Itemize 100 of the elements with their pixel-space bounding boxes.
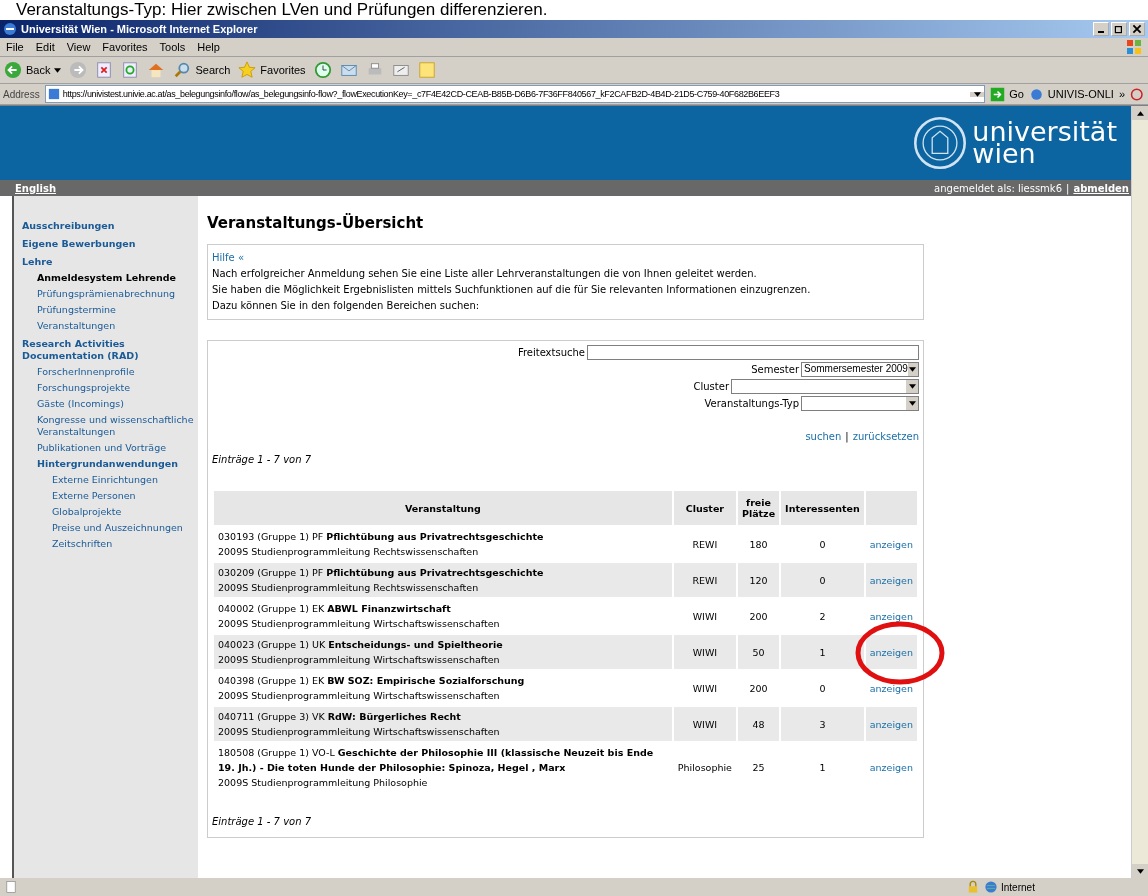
- filter-label: Semester: [751, 364, 799, 375]
- scrollbar[interactable]: [1131, 106, 1148, 878]
- sidebar-item[interactable]: Globalprojekte: [52, 506, 122, 518]
- restore-button[interactable]: [1111, 22, 1127, 36]
- logo-text: wien: [972, 143, 1036, 165]
- page-icon: [4, 880, 18, 894]
- caret-icon: [1136, 868, 1144, 874]
- sidebar-item[interactable]: Preise und Auszeichnungen: [52, 522, 183, 534]
- show-link[interactable]: anzeigen: [869, 682, 913, 694]
- university-seal-icon: [914, 117, 967, 169]
- sidebar-item[interactable]: Forschungsprojekte: [37, 382, 131, 394]
- sidebar-item[interactable]: Veranstaltungen: [37, 320, 116, 332]
- sidebar-item[interactable]: Eigene Bewerbungen: [22, 238, 136, 250]
- sidebar-item[interactable]: Lehre: [22, 256, 53, 268]
- stop-icon[interactable]: [95, 61, 114, 79]
- column-header: Cluster: [673, 491, 736, 525]
- menu-item[interactable]: View: [60, 41, 97, 53]
- history-icon[interactable]: [313, 61, 332, 79]
- table-cell: 120: [737, 563, 780, 597]
- favorites-button[interactable]: Favorites: [238, 61, 306, 79]
- windows-flag-icon: [1126, 39, 1142, 55]
- separator: |: [1066, 182, 1070, 194]
- sidebar-item[interactable]: Hintergrundanwendungen: [37, 458, 178, 470]
- sidebar-item[interactable]: Prüfungstermine: [37, 304, 116, 316]
- table-cell-text: 0: [818, 681, 827, 696]
- table-cell-text: 200: [748, 681, 769, 696]
- home-icon[interactable]: [147, 61, 166, 79]
- star-icon: [238, 61, 257, 79]
- show-link[interactable]: anzeigen: [869, 610, 913, 622]
- sidebar-item[interactable]: Kongresse und wissenschaftliche Veranstaltungen: [37, 414, 198, 438]
- table-cell: 1: [781, 635, 864, 669]
- show-link[interactable]: anzeigen: [869, 762, 913, 773]
- table-cell: WIWI: [673, 707, 736, 741]
- menu-item[interactable]: Tools: [153, 41, 192, 53]
- search-field[interactable]: [587, 345, 919, 360]
- sidebar-item[interactable]: Externe Personen: [52, 490, 136, 502]
- sidebar-item[interactable]: Prüfungsprämienabrechnung: [37, 288, 176, 300]
- pdf-icon[interactable]: [1130, 86, 1145, 102]
- globe-icon: [984, 880, 998, 894]
- minimize-button[interactable]: [1093, 22, 1109, 36]
- table-cell-text: 180: [748, 537, 769, 552]
- caret-icon: [54, 67, 62, 73]
- filter-label: Cluster: [693, 381, 729, 392]
- back-button[interactable]: Back: [4, 61, 62, 79]
- menu-item[interactable]: File: [0, 41, 30, 53]
- logged-in-text: angemeldet als: liessmk6: [934, 182, 1062, 194]
- address-field[interactable]: https://univistest.univie.ac.at/as_belegungsinfo/flow/as_belegungsinfo-flow?_flowExecutionKey=_c7F4E42CD-CEAB-B85B-D6B6-7F36FF840567_kF2CAFB2D-4B4D-21D5-C759-40F682B6EEF3: [44, 85, 986, 103]
- help-text: Nach erfolgreicher Anmeldung sehen Sie eine Liste aller Lehrveranstaltungen die von Ihnen geleitet werden.: [212, 267, 758, 281]
- course-cell: 040023 (Gruppe 1) UK Entscheidungs- und Spieltheorie 2009S Studienprogrammleitung Wirtschaftswissenschaften: [214, 635, 672, 669]
- sidebar-item[interactable]: Research Activities Documentation (RAD): [22, 338, 198, 362]
- entries-count: Einträge 1 - 7 von 7: [212, 454, 313, 465]
- language-link[interactable]: English: [15, 182, 57, 194]
- window-title: Universität Wien - Microsoft Internet Explorer: [21, 23, 258, 35]
- dropdown[interactable]: [731, 379, 919, 394]
- security-zone: Internet: [984, 880, 1144, 894]
- dropdown[interactable]: [801, 396, 919, 411]
- help-text: Sie haben die Möglichkeit Ergebnislisten mittels Suchfunktionen auf die für Sie relevanten Informationen einzugrenzen.: [212, 283, 812, 297]
- menu-item[interactable]: Edit: [29, 41, 61, 53]
- table-cell-text: WIWI: [691, 681, 719, 696]
- sidebar-item[interactable]: Zeitschriften: [52, 538, 113, 550]
- column-header: Interessenten: [781, 491, 864, 525]
- minimize-icon: [1098, 31, 1104, 33]
- go-button[interactable]: Go: [990, 86, 1024, 102]
- sidebar-item[interactable]: Externe Einrichtungen: [52, 474, 158, 486]
- dropdown[interactable]: Sommersemester 2009: [801, 362, 919, 377]
- sidebar-item[interactable]: Anmeldesystem Lehrende: [37, 272, 177, 284]
- table-cell-text: Philosophie: [676, 761, 733, 775]
- search-button[interactable]: Search: [173, 61, 231, 79]
- sidebar-item[interactable]: ForscherInnenprofile: [37, 366, 135, 378]
- link-button[interactable]: UNIVIS-ONLI: [1028, 86, 1114, 102]
- more-links-button[interactable]: »: [1118, 88, 1125, 100]
- entries-count: Einträge 1 - 7 von 7: [212, 816, 313, 827]
- table-cell: 50: [737, 635, 780, 669]
- help-toggle-link[interactable]: Hilfe «: [212, 252, 245, 263]
- globe-icon: [1028, 86, 1044, 102]
- search-link[interactable]: suchen: [805, 431, 842, 442]
- refresh-icon[interactable]: [121, 61, 140, 79]
- table-cell-text: 0: [818, 537, 827, 552]
- document-caption: Veranstaltungs-Typ: Hier zwischen LVen und Prüfungen differenzieren.: [0, 0, 1148, 20]
- table-cell: 3: [781, 707, 864, 741]
- sidebar-item[interactable]: Publikationen und Vorträge: [37, 442, 167, 454]
- filter-label: Freitextsuche: [517, 347, 585, 358]
- close-button[interactable]: [1129, 22, 1145, 36]
- logo-text: universität: [972, 121, 1117, 143]
- caret-icon: [973, 91, 981, 97]
- logout-link[interactable]: abmelden: [1073, 182, 1129, 194]
- course-cell: 040711 (Gruppe 3) VK RdW: Bürgerliches Recht 2009S Studienprogrammleitung Wirtschaftswissenschaften: [214, 707, 672, 741]
- menu-item[interactable]: Help: [191, 41, 226, 53]
- sidebar-item[interactable]: Gäste (Incomings): [37, 398, 124, 410]
- course-cell-text: 040002 (Gruppe 1) EK ABWL Finanzwirtschaft 2009S Studienprogrammleitung Wirtschaftswissenschaften: [217, 602, 501, 631]
- column-header: Veranstaltung: [214, 491, 672, 525]
- table-cell-text: 25: [751, 761, 766, 775]
- lock-icon: [966, 880, 980, 894]
- table-cell-text: 200: [748, 609, 769, 624]
- sidebar-item[interactable]: Ausschreibungen: [22, 220, 115, 232]
- menu-item[interactable]: Favorites: [96, 41, 154, 53]
- reset-link[interactable]: zurücksetzen: [852, 431, 919, 442]
- show-link[interactable]: anzeigen: [869, 538, 913, 550]
- caret-up-icon: [1136, 110, 1144, 116]
- page-icon: [47, 88, 60, 100]
